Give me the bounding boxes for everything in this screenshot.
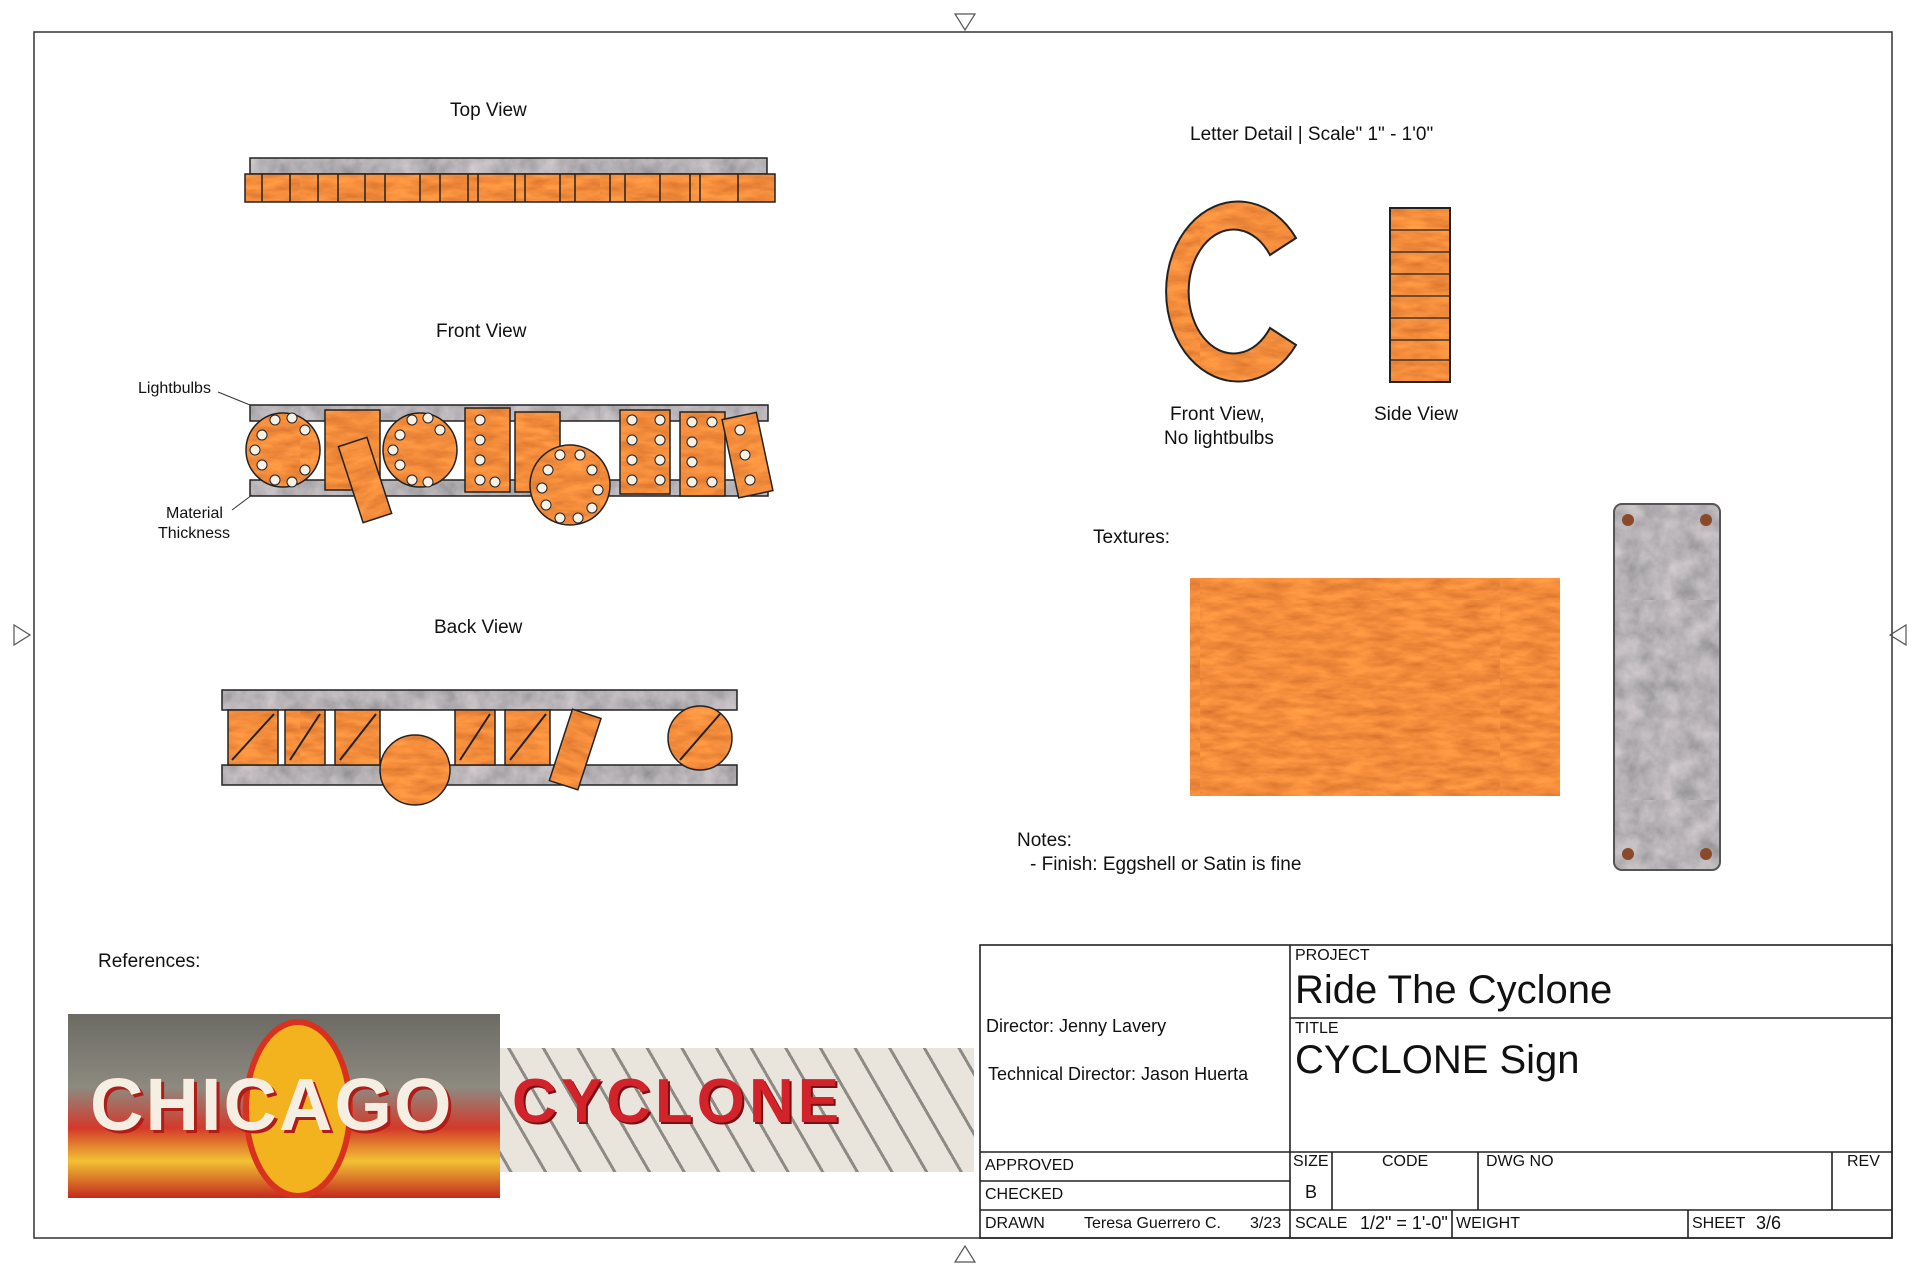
technical-director-text: Technical Director: Jason Huerta (988, 1064, 1249, 1084)
top-view-drawing (244, 157, 776, 203)
letter-front-caption-1: Front View, (1170, 404, 1265, 425)
letter-front-caption-2: No lightbulbs (1164, 428, 1274, 449)
lightbulbs-leader (217, 391, 251, 406)
top-view-label: Top View (450, 100, 527, 121)
steel-texture-swatch (1613, 503, 1721, 871)
checked-label: CHECKED (985, 1186, 1064, 1203)
approved-label: APPROVED (985, 1157, 1074, 1174)
weight-label: WEIGHT (1456, 1215, 1520, 1232)
drawn-date: 3/23 (1250, 1215, 1282, 1232)
sheet-value: 3/6 (1756, 1213, 1782, 1233)
scale-label: SCALE (1295, 1215, 1348, 1232)
center-mark-left (13, 623, 32, 647)
front-view-drawing (217, 391, 774, 526)
size-value: B (1305, 1182, 1318, 1202)
title-value: CYCLONE Sign (1295, 1038, 1580, 1082)
letter-detail-heading: Letter Detail | Scale" 1" - 1'0" (1190, 124, 1434, 145)
director-text: Director: Jenny Lavery (986, 1016, 1167, 1036)
notes-label: Notes: (1017, 830, 1072, 851)
chicago-sign-text: CHICAGO (90, 1063, 454, 1146)
code-label: CODE (1382, 1153, 1429, 1170)
center-mark-bottom (953, 1244, 977, 1263)
scale-value: 1/2" = 1'-0" (1360, 1213, 1448, 1233)
rust-texture-swatch (1190, 578, 1560, 796)
back-view-drawing (221, 689, 738, 806)
back-view-label: Back View (434, 617, 523, 638)
sheet-label: SHEET (1692, 1215, 1746, 1232)
center-mark-top (953, 13, 977, 32)
project-label: PROJECT (1295, 947, 1370, 964)
drawn-label: DRAWN (985, 1215, 1045, 1232)
title-label: TITLE (1295, 1020, 1339, 1037)
reference-image-chicago: CHICAGO (68, 1014, 500, 1198)
rev-label: REV (1847, 1153, 1880, 1170)
size-label: SIZE (1293, 1153, 1329, 1170)
letter-i-side-detail (1389, 207, 1451, 383)
material-leader (231, 494, 253, 511)
cyclone-sign-text: CYCLONE (512, 1067, 844, 1136)
references-label: References: (98, 951, 201, 972)
drawn-name: Teresa Guerrero C. (1084, 1215, 1221, 1232)
textures-label: Textures: (1093, 527, 1171, 548)
material-callout-2: Thickness (158, 525, 231, 542)
front-view-label: Front View (436, 321, 527, 342)
lightbulbs-callout: Lightbulbs (138, 380, 211, 397)
dwg-no-label: DWG NO (1486, 1153, 1554, 1170)
project-value: Ride The Cyclone (1295, 968, 1613, 1012)
letter-side-caption: Side View (1374, 404, 1459, 425)
letter-c-detail (1165, 200, 1298, 383)
reference-image-cyclone: CYCLONE (500, 1048, 974, 1172)
material-callout-1: Material (166, 505, 223, 522)
notes-item: - Finish: Eggshell or Satin is fine (1030, 854, 1302, 875)
